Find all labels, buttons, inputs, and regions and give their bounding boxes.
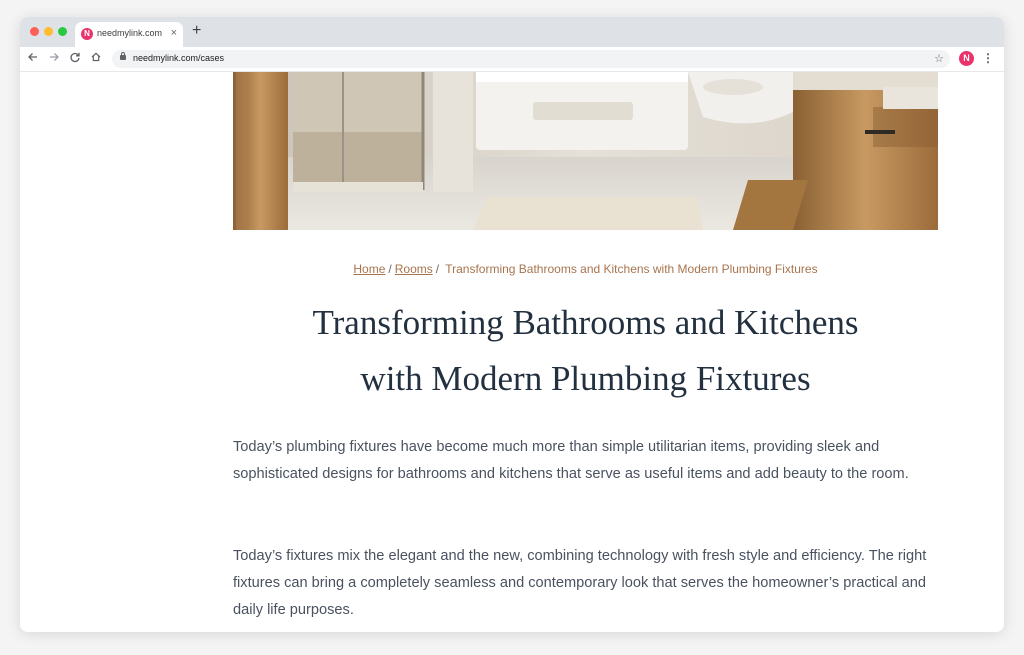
breadcrumb-current: Transforming Bathrooms and Kitchens with…	[445, 262, 818, 276]
forward-icon[interactable]	[47, 51, 61, 65]
maximize-window-button[interactable]	[58, 27, 67, 36]
browser-tab[interactable]: N needmylink.com ×	[75, 22, 183, 47]
title-line-2: with Modern Plumbing Fixtures	[360, 359, 811, 398]
address-bar[interactable]: needmylink.com/cases ☆	[112, 50, 950, 68]
article-paragraph: Today’s plumbing fixtures have become mu…	[233, 439, 909, 482]
profile-avatar[interactable]: N	[959, 51, 974, 66]
tab-title: needmylink.com	[97, 28, 163, 38]
breadcrumb-separator: /	[388, 262, 392, 276]
new-tab-icon[interactable]: +	[192, 23, 201, 39]
tab-strip: N needmylink.com × +	[20, 17, 1004, 47]
breadcrumb-rooms-link[interactable]: Rooms	[395, 262, 433, 276]
home-icon[interactable]	[89, 51, 103, 65]
lock-icon	[120, 52, 126, 60]
menu-icon[interactable]: ⋮	[982, 51, 994, 65]
url-text[interactable]: needmylink.com/cases	[133, 53, 224, 63]
minimize-window-button[interactable]	[44, 27, 53, 36]
favicon-icon: N	[81, 28, 93, 40]
page-title: Transforming Bathrooms and Kitchens with…	[233, 295, 938, 407]
reload-icon[interactable]	[68, 51, 82, 65]
breadcrumb: Home / Rooms / Transforming Bathrooms and K…	[233, 262, 938, 276]
close-window-button[interactable]	[30, 27, 39, 36]
bathroom-photo	[233, 72, 938, 230]
title-line-1: Transforming Bathrooms and Kitchens	[312, 303, 859, 342]
breadcrumb-home-link[interactable]: Home	[353, 262, 385, 276]
star-icon[interactable]: ☆	[934, 51, 944, 67]
breadcrumb-separator: /	[435, 262, 440, 276]
article-paragraph: Today’s fixtures mix the elegant and the…	[233, 548, 927, 618]
browser-toolbar: needmylink.com/cases ☆ N ⋮	[20, 47, 1004, 72]
browser-window: N needmylink.com × + needmylink.com/case…	[20, 17, 1004, 632]
page-viewport: Home / Rooms / Transforming Bathrooms and K…	[20, 72, 1004, 632]
back-icon[interactable]	[26, 51, 40, 65]
hero-image	[233, 72, 938, 230]
close-tab-icon[interactable]: ×	[171, 26, 177, 40]
